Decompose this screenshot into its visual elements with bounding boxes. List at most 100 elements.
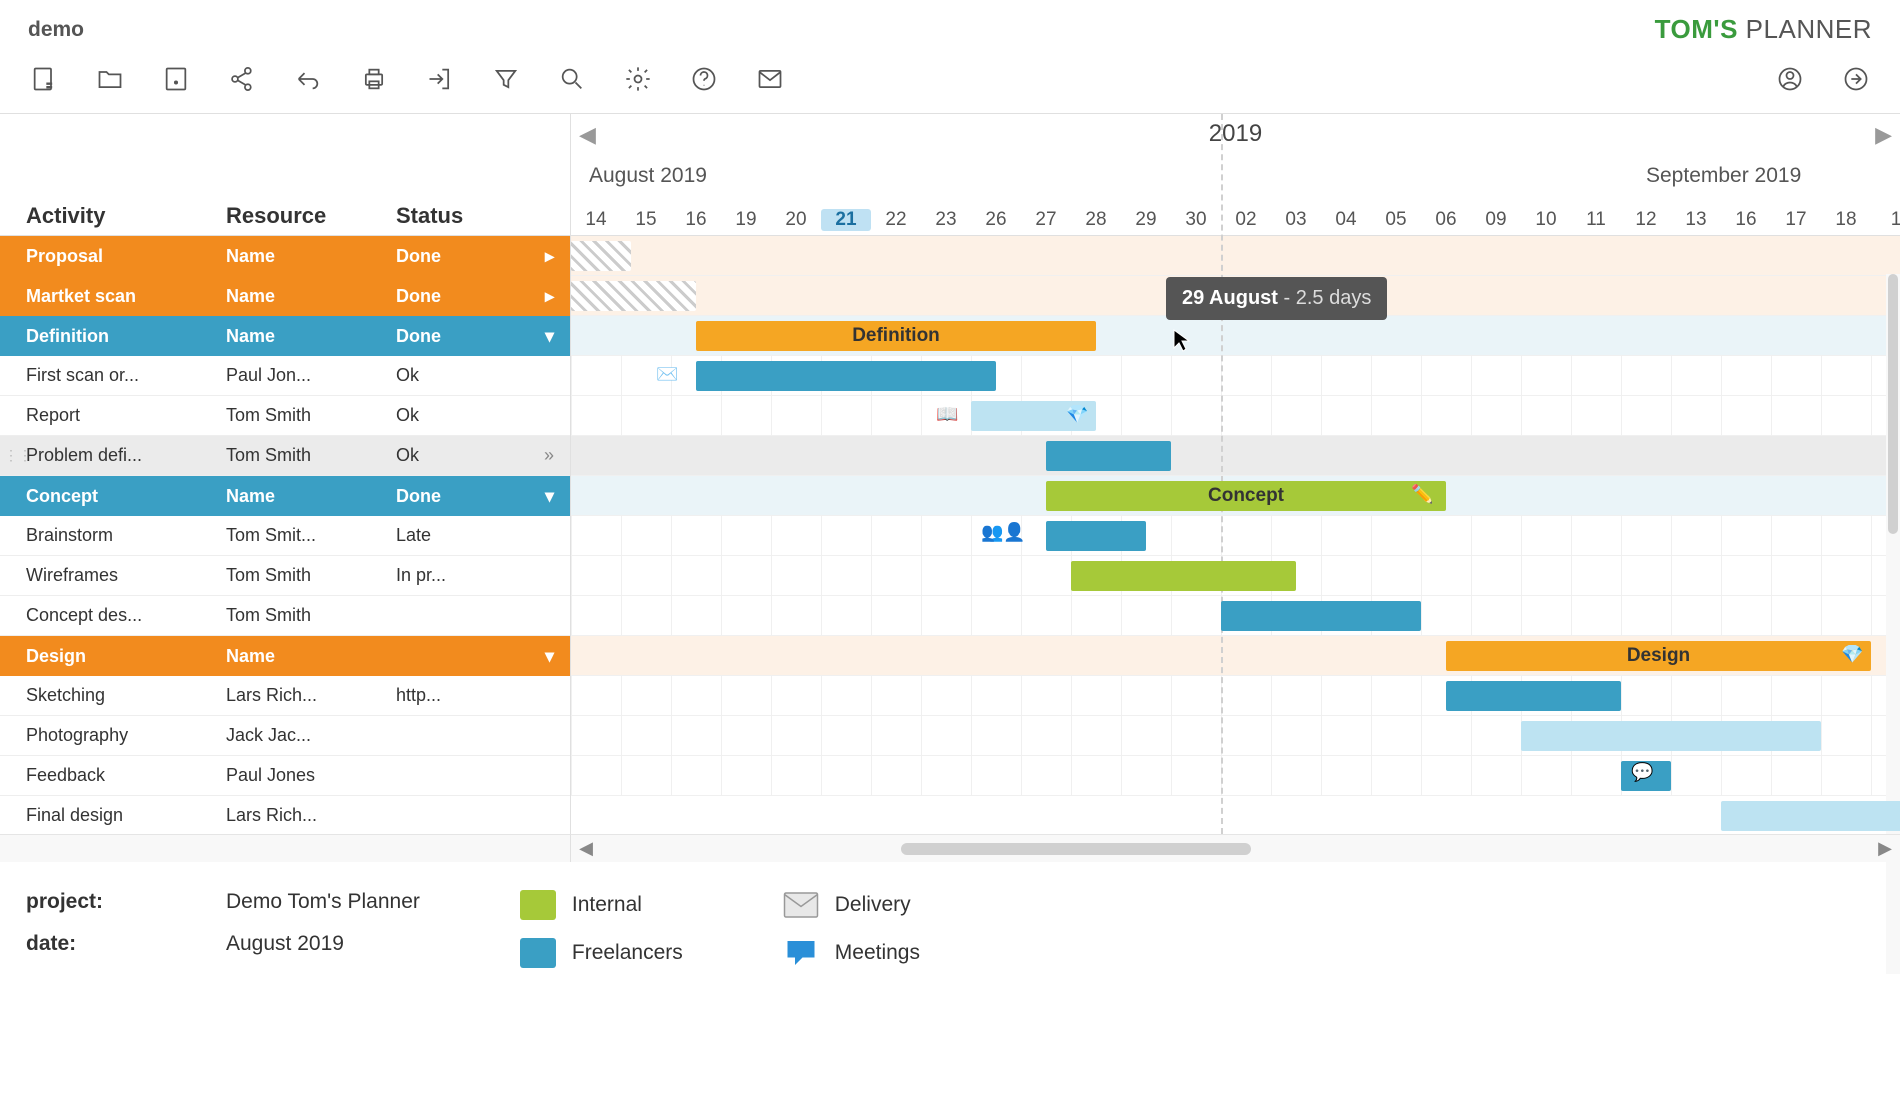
mail-icon[interactable] — [754, 63, 786, 95]
gantt-bar[interactable] — [1446, 681, 1621, 711]
gantt-row[interactable]: 💬 — [571, 756, 1900, 796]
column-header-status[interactable]: Status — [396, 203, 544, 229]
gantt-row[interactable]: Concept✏️ — [571, 476, 1900, 516]
gantt-row[interactable]: Definition — [571, 316, 1900, 356]
drag-handle-icon[interactable]: ⋮⋮ — [4, 447, 32, 464]
chevron-down-icon[interactable] — [545, 326, 554, 347]
day-label[interactable]: 26 — [971, 209, 1021, 231]
day-label[interactable]: 14 — [571, 209, 621, 231]
day-label[interactable]: 15 — [621, 209, 671, 231]
day-label[interactable]: 30 — [1171, 209, 1221, 231]
help-icon[interactable] — [688, 63, 720, 95]
scroll-left-icon[interactable]: ◀ — [571, 838, 601, 859]
column-header-activity[interactable]: Activity — [26, 203, 226, 229]
save-icon[interactable] — [160, 63, 192, 95]
day-label[interactable]: 12 — [1621, 209, 1671, 231]
table-row[interactable]: ReportTom SmithOk — [0, 396, 570, 436]
new-file-icon[interactable] — [28, 63, 60, 95]
gantt-row[interactable] — [571, 596, 1900, 636]
table-row[interactable]: FeedbackPaul Jones — [0, 756, 570, 796]
day-label[interactable]: 17 — [1771, 209, 1821, 231]
gantt-bar[interactable] — [1521, 721, 1821, 751]
gantt-bar[interactable]: Concept — [1046, 481, 1446, 511]
gantt-row[interactable]: 📖💎 — [571, 396, 1900, 436]
day-label[interactable]: 02 — [1221, 209, 1271, 231]
gantt-row[interactable] — [571, 716, 1900, 756]
day-label[interactable]: 22 — [871, 209, 921, 231]
table-row[interactable]: DefinitionNameDone — [0, 316, 570, 356]
gantt-bar[interactable] — [571, 281, 696, 311]
gantt-row[interactable]: 👥👤 — [571, 516, 1900, 556]
more-icon[interactable]: » — [544, 445, 554, 466]
gantt-row[interactable]: Design💎 — [571, 636, 1900, 676]
table-row[interactable]: ProposalNameDone — [0, 236, 570, 276]
gantt-bar[interactable] — [1071, 561, 1296, 591]
day-label[interactable]: 28 — [1071, 209, 1121, 231]
gantt-bar[interactable] — [1046, 521, 1146, 551]
logout-icon[interactable] — [1840, 63, 1872, 95]
day-label[interactable]: 03 — [1271, 209, 1321, 231]
column-header-resource[interactable]: Resource — [226, 203, 396, 229]
undo-icon[interactable] — [292, 63, 324, 95]
chevron-right-icon[interactable] — [545, 246, 554, 267]
vertical-scrollbar[interactable] — [1886, 274, 1900, 974]
gantt-bar[interactable] — [1046, 441, 1171, 471]
gantt-bar[interactable]: Design — [1446, 641, 1871, 671]
table-row[interactable]: BrainstormTom Smit...Late — [0, 516, 570, 556]
day-label[interactable]: 11 — [1571, 209, 1621, 231]
print-icon[interactable] — [358, 63, 390, 95]
gantt-row[interactable] — [571, 676, 1900, 716]
gantt-row[interactable] — [571, 436, 1900, 476]
gantt-bar[interactable] — [696, 361, 996, 391]
day-label[interactable]: 19 — [721, 209, 771, 231]
day-label[interactable]: 13 — [1671, 209, 1721, 231]
table-row[interactable]: Final designLars Rich... — [0, 796, 570, 836]
today-marker — [1221, 114, 1223, 834]
table-row[interactable]: ⋮⋮Problem defi...Tom SmithOk» — [0, 436, 570, 476]
gantt-row[interactable]: ✉️ — [571, 356, 1900, 396]
day-label[interactable]: 06 — [1421, 209, 1471, 231]
day-label[interactable]: 20 — [771, 209, 821, 231]
day-label[interactable]: 04 — [1321, 209, 1371, 231]
table-row[interactable]: WireframesTom SmithIn pr... — [0, 556, 570, 596]
chevron-down-icon[interactable] — [545, 646, 554, 667]
day-label[interactable]: 09 — [1471, 209, 1521, 231]
gantt-bar[interactable] — [1721, 801, 1900, 831]
scroll-right-icon[interactable]: ▶ — [1870, 838, 1900, 859]
filter-icon[interactable] — [490, 63, 522, 95]
folder-icon[interactable] — [94, 63, 126, 95]
table-row[interactable]: Concept des...Tom Smith — [0, 596, 570, 636]
user-icon[interactable] — [1774, 63, 1806, 95]
table-row[interactable]: ConceptNameDone — [0, 476, 570, 516]
share-icon[interactable] — [226, 63, 258, 95]
left-h-scrollbar[interactable] — [0, 834, 571, 862]
settings-icon[interactable] — [622, 63, 654, 95]
gantt-row[interactable] — [571, 796, 1900, 834]
cell-resource: Tom Smit... — [226, 525, 396, 546]
day-label[interactable]: 23 — [921, 209, 971, 231]
day-label[interactable]: 27 — [1021, 209, 1071, 231]
table-row[interactable]: DesignName — [0, 636, 570, 676]
day-label[interactable]: 18 — [1821, 209, 1871, 231]
chevron-right-icon[interactable] — [545, 286, 554, 307]
day-label[interactable]: 21 — [821, 209, 871, 231]
gantt-bar[interactable] — [571, 241, 631, 271]
gantt-h-scrollbar[interactable]: ◀ ▶ — [571, 834, 1900, 862]
table-row[interactable]: SketchingLars Rich...http... — [0, 676, 570, 716]
search-icon[interactable] — [556, 63, 588, 95]
day-label[interactable]: 16 — [671, 209, 721, 231]
day-label[interactable]: 29 — [1121, 209, 1171, 231]
chevron-down-icon[interactable] — [545, 486, 554, 507]
table-row[interactable]: PhotographyJack Jac... — [0, 716, 570, 756]
day-label[interactable]: 1 — [1871, 209, 1900, 231]
import-icon[interactable] — [424, 63, 456, 95]
gantt-row[interactable] — [571, 556, 1900, 596]
table-row[interactable]: Martket scanNameDone — [0, 276, 570, 316]
day-label[interactable]: 05 — [1371, 209, 1421, 231]
gantt-bar[interactable]: Definition — [696, 321, 1096, 351]
table-row[interactable]: First scan or...Paul Jon...Ok — [0, 356, 570, 396]
day-label[interactable]: 10 — [1521, 209, 1571, 231]
gantt-bar[interactable] — [1221, 601, 1421, 631]
day-label[interactable]: 16 — [1721, 209, 1771, 231]
gantt-row[interactable] — [571, 236, 1900, 276]
